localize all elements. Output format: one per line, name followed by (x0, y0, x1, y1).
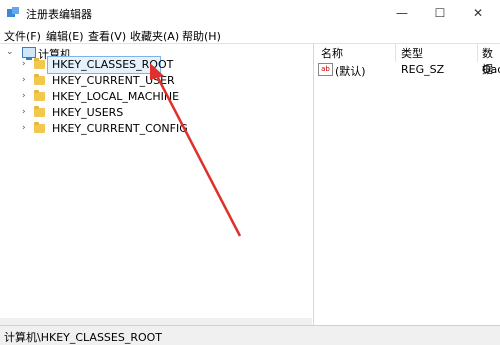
tree-item-hkcc[interactable]: › HKEY_CURRENT_CONFIG (22, 121, 312, 137)
tree-item-label: HKEY_CURRENT_USER (52, 74, 175, 87)
status-bar: 计算机\HKEY_CLASSES_ROOT (0, 325, 500, 345)
maximize-button[interactable]: ☐ (420, 0, 460, 26)
column-header-name[interactable]: 名称 (321, 45, 343, 61)
column-header-type[interactable]: 类型 (401, 45, 423, 61)
values-list-pane[interactable]: 名称 类型 数据 ab (默认) REG_SZ Gac (315, 44, 500, 325)
value-data: Gac (482, 63, 500, 76)
folder-icon (34, 106, 45, 117)
pane-splitter[interactable] (313, 44, 314, 325)
menu-view[interactable]: 查看(V) (88, 28, 126, 44)
chevron-right-icon[interactable]: › (22, 91, 26, 101)
tree-item-hkcu[interactable]: › HKEY_CURRENT_USER (22, 73, 312, 89)
menu-file[interactable]: 文件(F) (4, 28, 41, 44)
tree-item-hklm[interactable]: › HKEY_LOCAL_MACHINE (22, 89, 312, 105)
tree-item-label: HKEY_LOCAL_MACHINE (52, 90, 180, 103)
tree-item-hkcr[interactable]: › HKEY_CLASSES_ROOT (22, 57, 312, 73)
status-path: 计算机\HKEY_CLASSES_ROOT (4, 331, 163, 344)
tree-item-label: HKEY_CURRENT_CONFIG (52, 122, 188, 135)
column-separator[interactable] (395, 44, 396, 62)
chevron-right-icon[interactable]: › (22, 75, 26, 85)
string-value-icon: ab (318, 63, 333, 76)
column-header-data[interactable]: 数据 (482, 45, 500, 76)
folder-icon (34, 90, 45, 101)
tree-pane[interactable]: ⌄ 计算机 › HKEY_CLASSES_ROOT › HKEY_CURRENT… (0, 44, 312, 325)
minimize-button[interactable]: — (382, 0, 422, 26)
regedit-app-icon (7, 7, 19, 17)
column-separator[interactable] (477, 44, 478, 62)
chevron-right-icon[interactable]: › (22, 123, 26, 133)
horizontal-scrollbar[interactable] (0, 318, 312, 325)
menu-edit[interactable]: 编辑(E) (46, 28, 84, 44)
tree-item-label: HKEY_USERS (52, 106, 124, 119)
menu-bar: 文件(F) 编辑(E) 查看(V) 收藏夹(A) 帮助(H) (0, 26, 500, 44)
title-bar: 注册表编辑器 — ☐ ✕ (0, 0, 500, 26)
close-button[interactable]: ✕ (458, 0, 498, 26)
menu-favorites[interactable]: 收藏夹(A) (130, 28, 179, 44)
chevron-right-icon[interactable]: › (22, 107, 26, 117)
value-name: (默认) (335, 65, 366, 78)
folder-icon (34, 58, 45, 69)
expanded-caret-icon[interactable]: ⌄ (6, 47, 14, 57)
folder-icon (34, 122, 45, 133)
value-type: REG_SZ (401, 63, 445, 76)
menu-help[interactable]: 帮助(H) (182, 28, 221, 44)
folder-icon (34, 74, 45, 85)
chevron-right-icon[interactable]: › (22, 59, 26, 69)
window-title: 注册表编辑器 (26, 8, 92, 21)
tree-item-label: HKEY_CLASSES_ROOT (52, 58, 174, 71)
tree-item-hku[interactable]: › HKEY_USERS (22, 105, 312, 121)
